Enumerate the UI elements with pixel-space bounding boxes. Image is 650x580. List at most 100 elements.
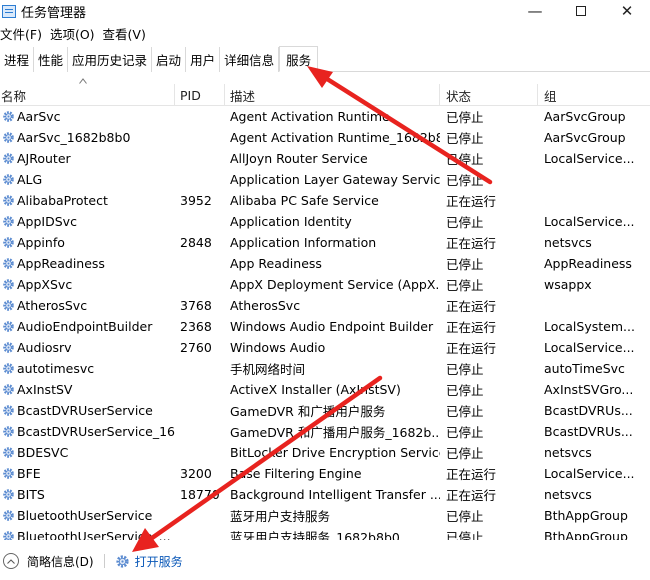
column-header-pid[interactable]: PID — [175, 84, 225, 106]
service-description: Application Identity — [230, 214, 352, 229]
service-status: 已停止 — [446, 215, 484, 230]
menu-view[interactable]: 查看(V) — [103, 24, 154, 43]
service-pid — [175, 127, 225, 148]
service-name: AlibabaProtect — [17, 193, 108, 208]
minimize-button[interactable]: — — [512, 0, 558, 22]
service-status: 已停止 — [446, 110, 484, 125]
service-row[interactable]: AudioEndpointBuilder 2368 Windows Audio En… — [0, 316, 650, 337]
service-row[interactable]: BcastDVRUserService GameDVR 和广播用户服务 已停止 Bca… — [0, 400, 650, 421]
service-pid: 3768 — [180, 298, 212, 313]
service-pid: 3952 — [180, 193, 212, 208]
service-row[interactable]: BluetoothUserService 蓝牙用户支持服务 已停止 BthAppGro… — [0, 505, 650, 526]
title-bar: 任务管理器 — ✕ — [0, 0, 650, 22]
column-header-group[interactable]: 组 — [538, 84, 650, 106]
service-row[interactable]: AppXSvc AppX Deployment Service (AppX... 已… — [0, 274, 650, 295]
service-status: 正在运行 — [446, 467, 497, 482]
footer-divider — [103, 554, 105, 568]
service-row[interactable]: AppIDSvc Application Identity 已停止 LocalServ… — [0, 211, 650, 232]
service-group: BthAppGroup — [544, 508, 628, 523]
service-name: Audiosrv — [17, 340, 72, 355]
service-name: BFE — [17, 466, 41, 481]
gear-icon — [3, 489, 14, 500]
service-status: 正在运行 — [446, 488, 497, 503]
service-name: BluetoothUserService_... — [17, 529, 171, 540]
gear-icon — [3, 237, 14, 248]
service-pid — [175, 274, 225, 295]
service-name-cell: BluetoothUserService — [0, 505, 175, 526]
service-row[interactable]: AppReadiness App Readiness 已停止 AppReadiness — [0, 253, 650, 274]
service-pid — [175, 421, 225, 442]
service-description: Application Layer Gateway Service — [230, 172, 440, 187]
service-description: GameDVR 和广播用户服务 — [230, 404, 386, 419]
menu-options[interactable]: 选项(O) — [50, 24, 103, 43]
service-description: Agent Activation Runtime — [230, 109, 390, 124]
tab-details[interactable]: 详细信息 — [220, 47, 280, 72]
service-name: BITS — [17, 487, 45, 502]
open-services-label: 打开服务 — [134, 554, 183, 569]
service-group: AxInstSVGro... — [544, 382, 634, 397]
chevron-up-icon[interactable] — [3, 553, 19, 569]
service-name: BcastDVRUserService_16... — [17, 424, 175, 439]
menu-file[interactable]: 文件(F) — [0, 24, 50, 43]
service-name: AppXSvc — [17, 277, 73, 292]
service-name-cell: BDESVC — [0, 442, 175, 463]
tab-users[interactable]: 用户 — [186, 47, 221, 72]
maximize-button[interactable] — [558, 0, 604, 22]
service-name-cell: autotimesvc — [0, 358, 175, 379]
service-row[interactable]: BFE 3200 Base Filtering Engine 正在运行 LocalSer… — [0, 463, 650, 484]
service-description: 蓝牙用户支持服务 — [230, 509, 331, 524]
tab-processes[interactable]: 进程 — [0, 47, 35, 72]
tab-strip: 进程 性能 应用历史记录 启动 用户 详细信息 服务 — [0, 46, 650, 72]
window-title: 任务管理器 — [21, 5, 87, 21]
menu-bar: 文件(F) 选项(O) 查看(V) — [0, 22, 650, 44]
tab-performance[interactable]: 性能 — [34, 47, 69, 72]
service-row[interactable]: ALG Application Layer Gateway Service 已停止 — [0, 169, 650, 190]
service-group: AppReadiness — [544, 256, 632, 271]
service-pid — [175, 442, 225, 463]
service-row[interactable]: BDESVC BitLocker Drive Encryption Service… — [0, 442, 650, 463]
service-group: netsvcs — [544, 235, 592, 250]
service-name: ALG — [17, 172, 43, 187]
service-status: 已停止 — [446, 152, 484, 167]
service-row[interactable]: BITS 18770 Background Intelligent Transfer… — [0, 484, 650, 505]
fewer-details-link[interactable]: 简略信息(D) — [27, 553, 94, 570]
service-row[interactable]: AtherosSvc 3768 AtherosSvc 正在运行 — [0, 295, 650, 316]
service-row[interactable]: AxInstSV ActiveX Installer (AxInstSV) 已停止 A… — [0, 379, 650, 400]
column-header-description[interactable]: 描述 — [225, 84, 440, 106]
service-pid — [175, 169, 225, 190]
service-description: GameDVR 和广播用户服务_1682b... — [230, 425, 440, 440]
service-name-cell: AtherosSvc — [0, 295, 175, 316]
service-name-cell: BcastDVRUserService_16... — [0, 421, 175, 442]
service-row[interactable]: AJRouter AllJoyn Router Service 已停止 LocalSe… — [0, 148, 650, 169]
service-group: LocalService... — [544, 466, 635, 481]
service-description: 蓝牙用户支持服务_1682b8b0 — [230, 530, 400, 540]
service-status: 已停止 — [446, 509, 484, 524]
service-row[interactable]: Appinfo 2848 Application Information 正在运行 ne… — [0, 232, 650, 253]
service-name: AtherosSvc — [17, 298, 88, 313]
service-row[interactable]: BcastDVRUserService_16... GameDVR 和广播用户服务… — [0, 421, 650, 442]
gear-icon — [3, 279, 14, 290]
open-services-link[interactable]: 打开服务 — [115, 553, 183, 570]
tab-app-history[interactable]: 应用历史记录 — [68, 47, 153, 72]
maximize-icon — [576, 6, 586, 16]
service-row[interactable]: BluetoothUserService_... 蓝牙用户支持服务_1682b8b… — [0, 526, 650, 540]
service-group: AarSvcGroup — [544, 130, 626, 145]
service-name-cell: AarSvc — [0, 106, 175, 127]
service-name-cell: BcastDVRUserService — [0, 400, 175, 421]
service-pid — [175, 526, 225, 540]
service-row[interactable]: Audiosrv 2760 Windows Audio 正在运行 LocalServic… — [0, 337, 650, 358]
service-row[interactable]: AarSvc Agent Activation Runtime 已停止 AarSvcG… — [0, 106, 650, 127]
service-name: AarSvc_1682b8b0 — [17, 130, 131, 145]
service-row[interactable]: AlibabaProtect 3952 Alibaba PC Safe Servic… — [0, 190, 650, 211]
service-status: 正在运行 — [446, 236, 497, 251]
column-header-status[interactable]: 状态 — [440, 84, 538, 106]
service-group: wsappx — [544, 277, 592, 292]
service-group: LocalSystem... — [544, 319, 635, 334]
service-row[interactable]: AarSvc_1682b8b0 Agent Activation Runtime_… — [0, 127, 650, 148]
column-header-name[interactable]: 名称 — [0, 84, 175, 106]
tab-startup[interactable]: 启动 — [152, 47, 187, 72]
tab-services[interactable]: 服务 — [279, 46, 319, 72]
service-pid — [175, 148, 225, 169]
close-button[interactable]: ✕ — [604, 0, 650, 22]
service-row[interactable]: autotimesvc 手机网络时间 已停止 autoTimeSvc — [0, 358, 650, 379]
